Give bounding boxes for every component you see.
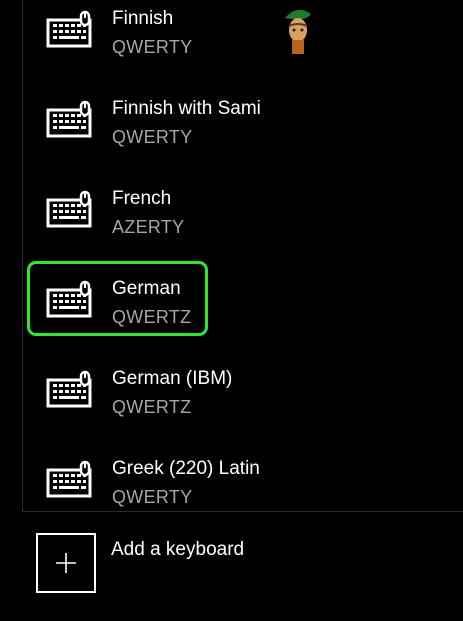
keyboard-item-finnish-with-sami[interactable]: Finnish with Sami QWERTY <box>23 98 463 188</box>
keyboard-icon <box>46 10 92 48</box>
keyboard-icon <box>46 370 92 408</box>
keyboard-list-flyout: Finnish QWERTY Finnish with Sami QWERTY <box>22 0 463 512</box>
keyboard-item-german[interactable]: German QWERTZ <box>23 261 463 368</box>
keyboard-icon <box>46 280 92 318</box>
keyboard-icon <box>46 460 92 498</box>
keyboard-item-layout: QWERTY <box>112 487 193 507</box>
keyboard-item-german-ibm[interactable]: German (IBM) QWERTZ <box>23 368 463 458</box>
keyboard-item-name: German <box>112 278 181 299</box>
keyboard-item-name: German (IBM) <box>112 368 233 389</box>
keyboard-item-name: Finnish with Sami <box>112 98 261 119</box>
keyboard-item-greek-220-latin[interactable]: Greek (220) Latin QWERTY <box>23 458 463 511</box>
keyboard-item-layout: AZERTY <box>112 217 185 237</box>
keyboard-item-layout: QWERTZ <box>112 397 192 417</box>
keyboard-icon <box>46 100 92 138</box>
add-keyboard-button[interactable]: Add a keyboard <box>36 533 436 593</box>
keyboard-item-layout: QWERTZ <box>112 307 192 327</box>
add-keyboard-label: Add a keyboard <box>111 539 245 560</box>
keyboard-icon <box>46 190 92 228</box>
keyboard-item-layout: QWERTY <box>112 37 193 57</box>
keyboard-item-layout: QWERTY <box>112 127 193 147</box>
keyboard-item-name: Finnish <box>112 8 174 29</box>
keyboard-item-finnish[interactable]: Finnish QWERTY <box>23 8 463 98</box>
keyboard-picker-screen: Finnish QWERTY Finnish with Sami QWERTY <box>0 0 463 621</box>
keyboard-item-name: Greek (220) Latin <box>112 458 260 479</box>
keyboard-item-name: French <box>112 188 172 209</box>
plus-icon <box>36 533 96 593</box>
appuals-logo <box>285 9 311 54</box>
